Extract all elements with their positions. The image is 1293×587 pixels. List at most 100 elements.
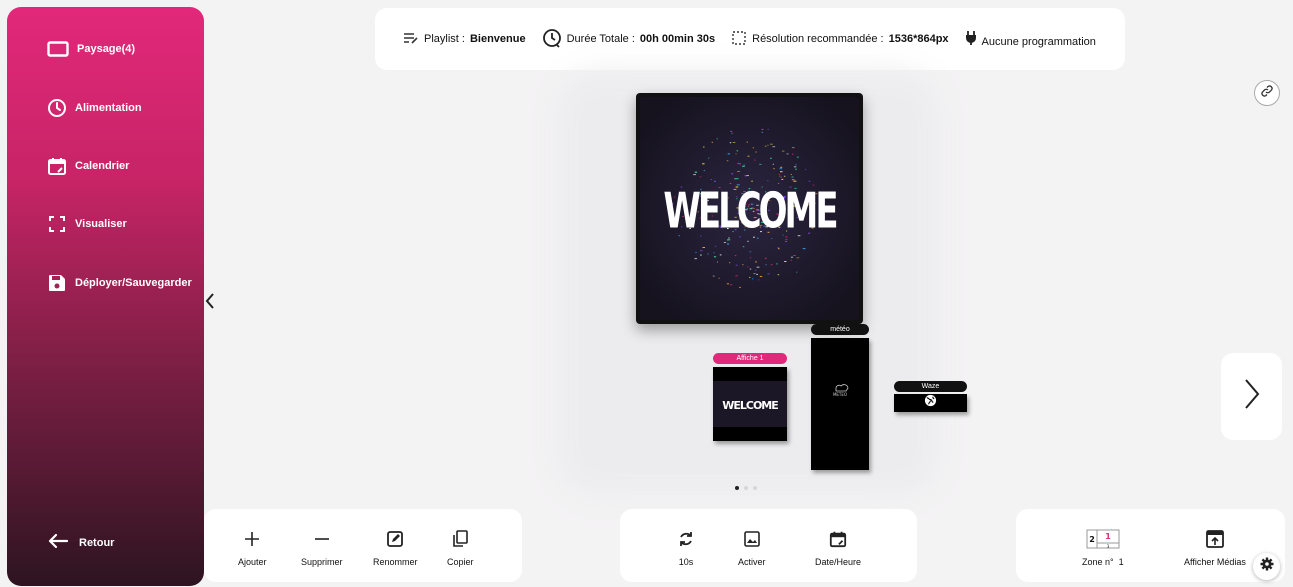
confetti-particle [739, 286, 741, 288]
activate-button[interactable]: Activer [738, 529, 766, 567]
confetti-particle [783, 175, 786, 177]
zone-meteo-thumbnail[interactable]: METEO [811, 338, 869, 470]
confetti-particle [749, 268, 752, 270]
delete-button[interactable]: Supprimer [301, 529, 343, 567]
delete-label: Supprimer [301, 557, 343, 567]
playlist-name: Bienvenue [469, 33, 526, 45]
sidebar-item-alimentation[interactable]: Alimentation [47, 98, 142, 118]
datetime-button[interactable]: Date/Heure [815, 529, 861, 567]
collapse-sidebar-chevron-icon[interactable] [205, 292, 215, 315]
zone-label: Zone n° 1 [1082, 557, 1124, 567]
pager-dot[interactable] [753, 486, 757, 490]
confetti-particle [761, 131, 763, 133]
main-screen-preview[interactable]: WELCOME [636, 93, 863, 324]
settings-button[interactable] [1253, 553, 1280, 580]
add-button[interactable]: Ajouter [238, 529, 267, 567]
confetti-particle [702, 163, 705, 165]
confetti-particle [802, 248, 806, 250]
copy-icon [451, 529, 469, 549]
plug-icon [965, 30, 977, 49]
confetti-particle [772, 146, 776, 148]
confetti-particle [791, 147, 795, 149]
pager-dots[interactable] [735, 486, 757, 490]
playback-toolbar: 10s Activer Date/Heure [620, 509, 917, 582]
confetti-particle [759, 276, 763, 277]
confetti-particle [699, 176, 702, 178]
rename-label: Renommer [373, 557, 418, 567]
confetti-particle [742, 246, 745, 248]
link-button[interactable] [1254, 80, 1280, 106]
sidebar-item-calendrier[interactable]: Calendrier [47, 156, 129, 176]
confetti-particle [796, 156, 799, 158]
zone-selector[interactable]: 2 1 3 Zone n° 1 [1082, 529, 1124, 567]
confetti-particle [703, 146, 705, 148]
zone-label-waze[interactable]: Waze [894, 381, 967, 392]
confetti-particle [780, 176, 782, 178]
refresh-icon [677, 529, 695, 549]
confetti-particle [744, 175, 748, 177]
duration-button[interactable]: 10s [677, 529, 695, 567]
confetti-particle [780, 171, 783, 173]
playlist-icon [403, 32, 419, 47]
confetti-particle [710, 179, 712, 180]
confetti-particle [727, 239, 731, 241]
confetti-particle [796, 257, 800, 259]
pager-dot-active[interactable] [735, 486, 739, 490]
pager-dot[interactable] [744, 486, 748, 490]
zone-waze-thumbnail[interactable] [894, 394, 967, 412]
confetti-particle [714, 245, 717, 247]
zone-affiche-thumbnail[interactable]: WELCOME [713, 367, 787, 441]
confetti-particle [767, 273, 770, 275]
confetti-particle [732, 142, 736, 143]
confetti-particle [777, 274, 780, 276]
arrow-left-icon [47, 533, 69, 552]
confetti-particle [791, 179, 795, 181]
next-button[interactable] [1221, 353, 1282, 440]
playlist-prefix: Playlist : [424, 33, 465, 45]
confetti-particle [805, 169, 807, 171]
confetti-particle [726, 160, 729, 162]
sidebar-item-deployer[interactable]: Déployer/Sauvegarder [47, 273, 192, 293]
confetti-particle [727, 243, 730, 245]
confetti-particle [790, 259, 792, 261]
rename-button[interactable]: Renommer [373, 529, 418, 567]
open-media-icon [1206, 529, 1224, 549]
show-media-label: Afficher Médias [1184, 557, 1246, 567]
zone-label-meteo[interactable]: météo [811, 324, 869, 335]
confetti-particle [735, 275, 738, 277]
confetti-particle [713, 256, 717, 258]
activate-label: Activer [738, 557, 766, 567]
confetti-particle [793, 166, 797, 168]
chevron-right-icon [1244, 378, 1260, 415]
confetti-particle [717, 261, 718, 263]
confetti-particle [712, 275, 715, 277]
confetti-particle [777, 247, 780, 249]
confetti-particle [784, 240, 788, 242]
edit-toolbar: Ajouter Supprimer Renommer Copier [204, 509, 522, 582]
confetti-particle [755, 151, 757, 153]
confetti-particle [772, 163, 774, 165]
fullscreen-icon [47, 214, 67, 234]
confetti-particle [773, 168, 775, 170]
confetti-particle [780, 166, 783, 168]
show-media-button[interactable]: Afficher Médias [1184, 529, 1246, 567]
confetti-particle [702, 247, 705, 248]
confetti-particle [779, 168, 783, 170]
confetti-particle [731, 173, 734, 175]
copy-button[interactable]: Copier [447, 529, 474, 567]
confetti-particle [743, 164, 745, 166]
confetti-particle [747, 155, 750, 157]
confetti-particle [735, 153, 737, 155]
calendar-edit-icon [47, 156, 67, 176]
zone-toolbar: 2 1 3 Zone n° 1 Afficher Médias [1016, 509, 1285, 582]
confetti-particle [711, 141, 713, 143]
confetti-particle [700, 250, 703, 252]
meteo-logo-text: METEO [833, 392, 847, 397]
duration-prefix: Durée Totale : [566, 33, 635, 45]
schedule-info: Aucune programmation [965, 30, 1096, 49]
sidebar-item-paysage[interactable]: Paysage(4) [47, 41, 135, 57]
confetti-particle [737, 171, 740, 172]
back-button[interactable]: Retour [47, 533, 114, 552]
sidebar-item-visualiser[interactable]: Visualiser [47, 214, 127, 234]
zone-label-affiche[interactable]: Affiche 1 [713, 353, 787, 364]
